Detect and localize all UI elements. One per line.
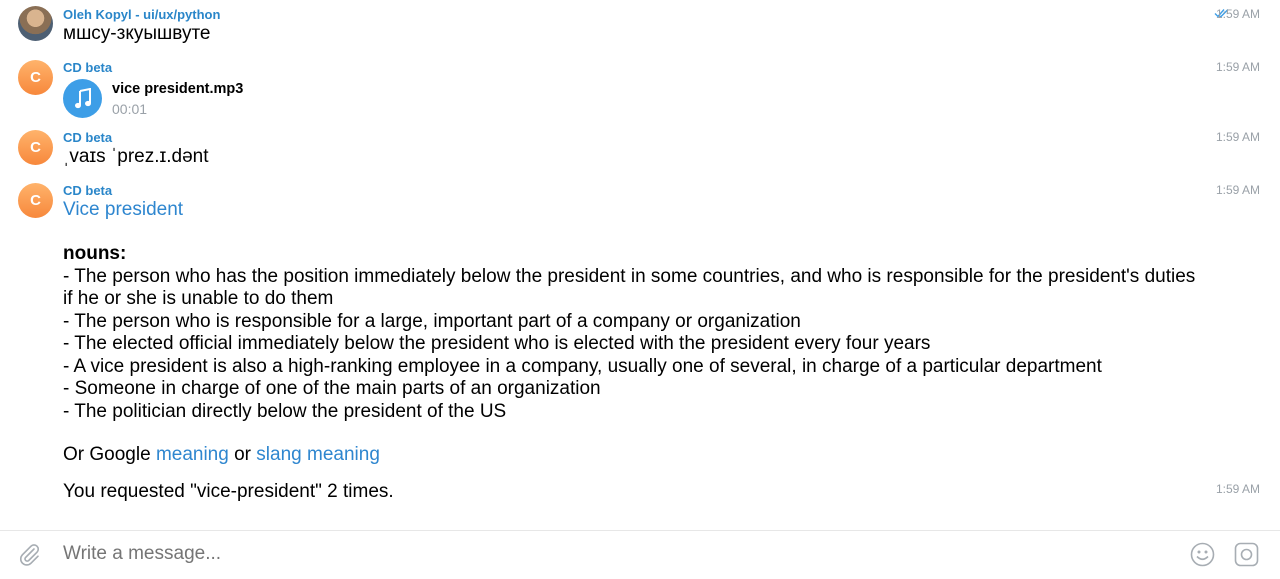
definition-item: - The person who has the position immedi…	[63, 265, 1196, 310]
definition-block: nouns: - The person who has the position…	[63, 243, 1203, 423]
avatar[interactable]	[18, 6, 53, 41]
message-composer	[0, 530, 1280, 579]
definition-item: - The elected official immediately below…	[63, 333, 931, 354]
definition-item: - The politician directly below the pres…	[63, 400, 507, 422]
google-prefix: Or Google	[63, 444, 151, 465]
audio-play-button[interactable]	[63, 79, 102, 118]
message-input[interactable]	[63, 543, 1163, 565]
music-note-icon	[74, 87, 91, 108]
word-title-link[interactable]: Vice president	[63, 199, 183, 222]
sticker-icon[interactable]	[1234, 542, 1259, 567]
pronunciation-text: ˌvaɪs ˈprez.ɪ.dənt	[63, 146, 209, 167]
message-time: 1:59 AM	[1215, 130, 1260, 144]
paperclip-icon[interactable]	[16, 541, 42, 567]
sender-name[interactable]: CD beta	[63, 183, 112, 198]
or-text: or	[234, 444, 252, 465]
google-line: Or Google meaning or slang meaning	[63, 444, 380, 467]
avatar[interactable]: C	[18, 183, 53, 218]
avatar[interactable]: C	[18, 60, 53, 95]
message-text: You requested "vice-president" 2 times.	[63, 481, 394, 502]
audio-file-name[interactable]: vice president.mp3	[112, 81, 243, 97]
sender-name[interactable]: CD beta	[63, 130, 112, 145]
slang-meaning-link[interactable]: slang meaning	[256, 444, 380, 465]
sender-name[interactable]: CD beta	[63, 60, 112, 75]
meaning-link[interactable]: meaning	[156, 444, 229, 465]
message-time: 1:59 AM	[1215, 60, 1260, 74]
definition-item: - Someone in charge of one of the main p…	[63, 378, 601, 399]
definition-item: - The person who is responsible for a la…	[63, 310, 801, 332]
sender-name[interactable]: Oleh Kopyl - ui/ux/python	[63, 7, 220, 22]
message-time: 1:59 AM	[1215, 7, 1260, 21]
emoji-icon[interactable]	[1190, 542, 1215, 567]
message-text: мшсу-зкуышвуте	[63, 23, 211, 44]
message-time: 1:59 AM	[1215, 183, 1260, 197]
avatar[interactable]: C	[18, 130, 53, 165]
definition-item: - A vice president is also a high-rankin…	[63, 355, 1102, 377]
part-of-speech: nouns:	[63, 243, 127, 264]
message-feed[interactable]: Oleh Kopyl - ui/ux/python 1:59 AM мшсу-з…	[0, 0, 1280, 530]
audio-duration: 00:01	[112, 101, 148, 117]
message-time: 1:59 AM	[1215, 482, 1260, 496]
